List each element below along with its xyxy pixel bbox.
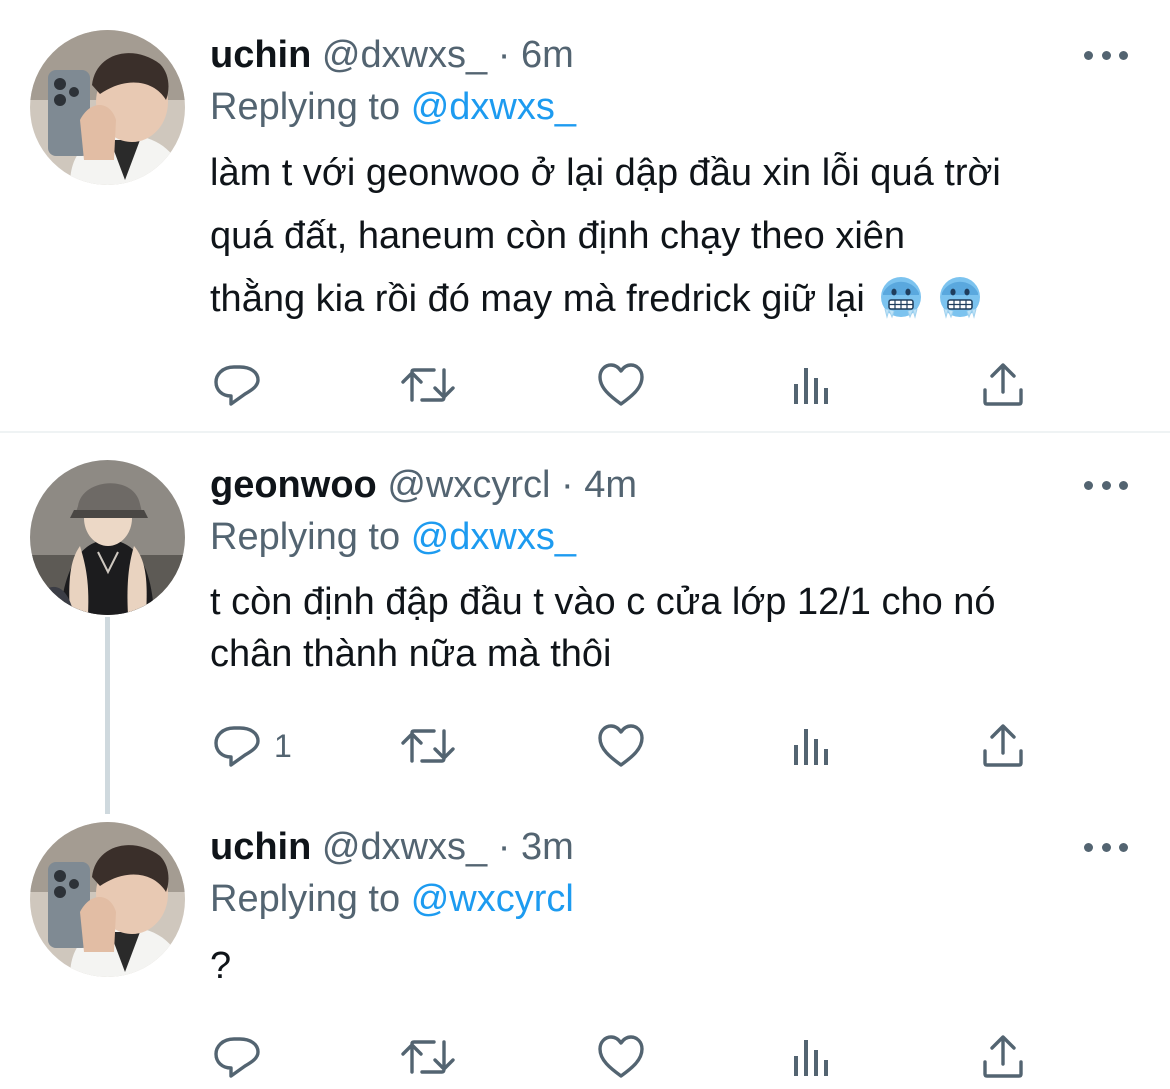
retweet-button[interactable] <box>400 716 456 776</box>
retweet-button[interactable] <box>400 355 456 415</box>
tweet-text-line: chân thành nữa mà thôi <box>210 633 612 675</box>
retweet-icon <box>400 721 456 771</box>
user-handle[interactable]: @dxwxs_ <box>322 826 487 868</box>
timestamp[interactable]: 3m <box>521 826 574 868</box>
retweet-icon <box>400 1032 456 1082</box>
retweet-button[interactable] <box>400 1027 456 1087</box>
replying-to: Replying to @dxwxs_ <box>210 82 576 132</box>
user-handle[interactable]: @wxcyrcl <box>387 464 550 506</box>
tweet-divider <box>0 431 1170 433</box>
views-button[interactable] <box>788 355 838 415</box>
avatar[interactable] <box>30 460 185 615</box>
display-name[interactable]: uchin <box>210 826 311 868</box>
more-options-icon[interactable] <box>1084 470 1128 500</box>
tweet[interactable]: geonwoo @wxcyrcl · 4m Replying to @dxwxs… <box>0 460 1170 810</box>
reply-icon <box>212 721 262 771</box>
like-icon <box>596 1032 646 1082</box>
tweet-text-line: t còn định đập đầu t vào c cửa lớp 12/1 … <box>210 581 996 623</box>
tweet-text: làm t với geonwoo ở lại dập đầu xin lỗi … <box>210 142 1140 331</box>
tweet[interactable]: uchin @dxwxs_ · 3m Replying to @wxcyrcl … <box>0 822 1170 1089</box>
display-name[interactable]: geonwoo <box>210 464 377 506</box>
views-button[interactable] <box>788 716 838 776</box>
cold-face-icon <box>879 275 923 319</box>
timestamp[interactable]: 6m <box>521 34 574 76</box>
tweet-actions <box>0 1027 1170 1087</box>
tweet-text-line: quá đất, haneum còn định chạy theo xiên <box>210 215 906 257</box>
tweet-header: uchin @dxwxs_ · 6m <box>210 30 574 80</box>
reply-button[interactable]: 1 <box>212 716 292 776</box>
tweet-text: t còn định đập đầu t vào c cửa lớp 12/1 … <box>210 576 1140 680</box>
tweet-actions: 1 <box>0 716 1170 776</box>
retweet-icon <box>400 360 456 410</box>
like-button[interactable] <box>596 716 646 776</box>
replying-to: Replying to @dxwxs_ <box>210 512 576 562</box>
reply-button[interactable] <box>212 355 262 415</box>
share-icon <box>978 360 1028 410</box>
tweet-header: uchin @dxwxs_ · 3m <box>210 822 574 872</box>
replying-prefix: Replying to <box>210 86 401 128</box>
avatar[interactable] <box>30 822 185 977</box>
more-options-icon[interactable] <box>1084 40 1128 70</box>
replying-prefix: Replying to <box>210 516 401 558</box>
share-icon <box>978 1032 1028 1082</box>
like-button[interactable] <box>596 1027 646 1087</box>
share-button[interactable] <box>978 1027 1028 1087</box>
share-button[interactable] <box>978 355 1028 415</box>
more-options-icon[interactable] <box>1084 832 1128 862</box>
tweet-text: ? <box>210 940 1140 992</box>
like-button[interactable] <box>596 355 646 415</box>
replying-to-link[interactable]: @dxwxs_ <box>411 516 576 558</box>
reply-button[interactable] <box>212 1027 262 1087</box>
share-icon <box>978 721 1028 771</box>
reply-icon <box>212 360 262 410</box>
views-button[interactable] <box>788 1027 838 1087</box>
replying-prefix: Replying to <box>210 878 401 920</box>
views-icon <box>788 360 838 410</box>
tweet-actions <box>0 355 1170 415</box>
share-button[interactable] <box>978 716 1028 776</box>
tweet-header: geonwoo @wxcyrcl · 4m <box>210 460 637 510</box>
like-icon <box>596 721 646 771</box>
timestamp[interactable]: 4m <box>584 464 637 506</box>
user-handle[interactable]: @dxwxs_ <box>322 34 487 76</box>
replying-to-link[interactable]: @wxcyrcl <box>411 878 574 920</box>
views-icon <box>788 721 838 771</box>
reply-count: 1 <box>274 727 292 764</box>
reply-icon <box>212 1032 262 1082</box>
tweet-text-line-with-emoji: thằng kia rồi đó may mà fredrick giữ lại <box>210 268 1140 331</box>
tweet-text-line: làm t với geonwoo ở lại dập đầu xin lỗi … <box>210 152 1001 194</box>
tweet[interactable]: uchin @dxwxs_ · 6m Replying to @dxwxs_ l… <box>0 30 1170 425</box>
avatar[interactable] <box>30 30 185 185</box>
like-icon <box>596 360 646 410</box>
cold-face-icon <box>938 275 982 319</box>
replying-to-link[interactable]: @dxwxs_ <box>411 86 576 128</box>
separator-dot: · <box>497 826 511 868</box>
separator-dot: · <box>497 34 511 76</box>
display-name[interactable]: uchin <box>210 34 311 76</box>
separator-dot: · <box>561 464 574 506</box>
tweet-text-line: ? <box>210 945 232 987</box>
replying-to: Replying to @wxcyrcl <box>210 874 574 924</box>
views-icon <box>788 1032 838 1082</box>
